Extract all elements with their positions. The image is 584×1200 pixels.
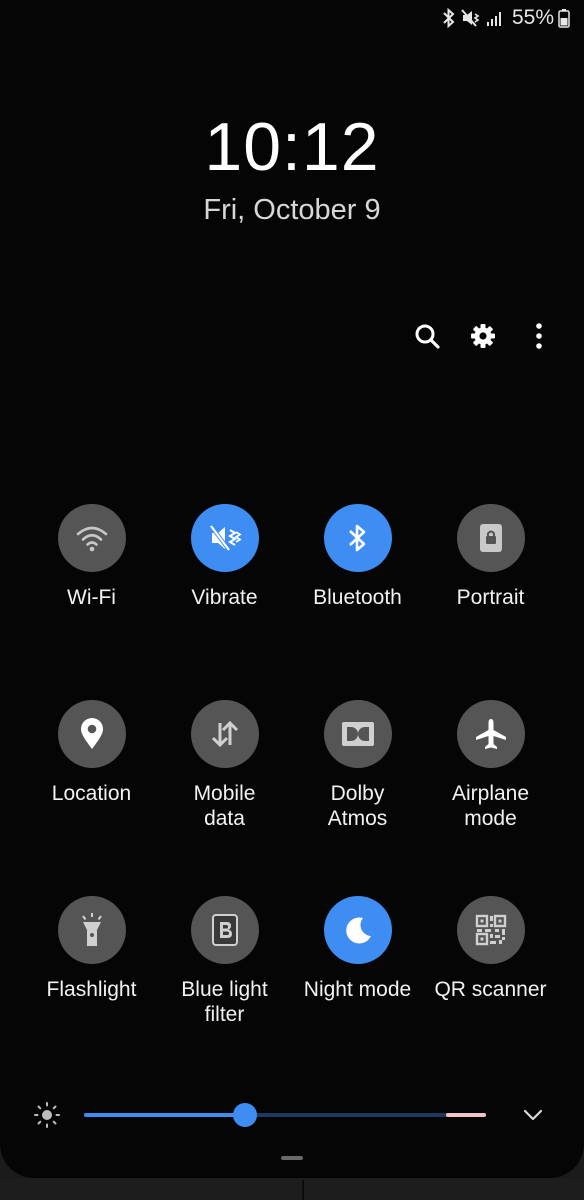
tile-airplane-mode[interactable]: Airplane mode [424, 700, 557, 831]
tile-label: Night mode [303, 978, 412, 1001]
tile-qr-scanner-button[interactable] [456, 896, 525, 964]
tile-location-button[interactable] [57, 700, 126, 768]
tile-label: Mobile data [193, 782, 256, 830]
tile-blue-light-filter-button[interactable] [190, 896, 259, 964]
tile-label: QR scanner [434, 978, 547, 1001]
tile-label: Flashlight [46, 978, 137, 1001]
clock-date: Fri, October 9 [203, 194, 381, 226]
background-content [0, 1178, 584, 1200]
battery-percent: 55% [511, 6, 554, 29]
tile-wifi-button[interactable] [57, 504, 126, 572]
tile-mobile-data-button[interactable] [190, 700, 259, 768]
blue-light-filter-icon [211, 914, 238, 946]
tile-vibrate[interactable]: Vibrate [158, 504, 291, 610]
settings-button[interactable] [468, 316, 498, 356]
tile-label: Dolby Atmos [327, 782, 388, 830]
tile-dolby-atmos[interactable]: Dolby Atmos [291, 700, 424, 831]
bluetooth-icon [442, 8, 456, 28]
search-icon [415, 324, 440, 349]
tile-label: Airplane mode [451, 782, 530, 830]
tile-vibrate-button[interactable] [190, 504, 259, 572]
brightness-high-zone [446, 1113, 486, 1117]
tile-label: Location [51, 782, 132, 805]
tile-label: Blue light filter [181, 978, 268, 1026]
portrait-lock-icon [479, 524, 502, 552]
background-divider [302, 1180, 304, 1200]
status-bar: 55% [442, 6, 570, 30]
tile-blue-light-filter[interactable]: Blue light filter [158, 896, 291, 1027]
expand-panel-button[interactable] [520, 1102, 546, 1128]
brightness-control [0, 1094, 584, 1138]
tile-portrait-button[interactable] [456, 504, 525, 572]
dolby-icon [341, 722, 374, 746]
tile-flashlight-button[interactable] [57, 896, 126, 964]
wifi-icon [76, 526, 107, 552]
bluetooth-icon [348, 524, 365, 552]
quick-settings-panel: 55% 10:12 Fri, October 9 Wi-Fi Vibrate B… [0, 0, 584, 1178]
tile-qr-scanner[interactable]: QR scanner [424, 896, 557, 1002]
header-actions [412, 316, 554, 356]
battery-icon [558, 8, 570, 28]
tile-bluetooth[interactable]: Bluetooth [291, 504, 424, 610]
panel-drag-handle[interactable] [281, 1156, 303, 1160]
brightness-fill [84, 1113, 245, 1117]
moon-icon [345, 917, 371, 944]
search-button[interactable] [412, 316, 442, 356]
qr-code-icon [475, 914, 506, 946]
tile-airplane-mode-button[interactable] [456, 700, 525, 768]
brightness-thumb[interactable] [232, 1103, 257, 1127]
more-options-button[interactable] [524, 316, 554, 356]
tile-dolby-atmos-button[interactable] [323, 700, 392, 768]
tile-portrait[interactable]: Portrait [424, 504, 557, 610]
tile-night-mode-button[interactable] [323, 896, 392, 964]
tile-label: Portrait [456, 586, 525, 609]
gear-icon [471, 324, 495, 348]
tile-flashlight[interactable]: Flashlight [25, 896, 158, 1002]
signal-icon [486, 9, 504, 27]
brightness-slider[interactable] [84, 1103, 486, 1127]
sun-icon [33, 1101, 61, 1133]
mobile-data-icon [211, 720, 238, 748]
tile-label: Vibrate [191, 586, 258, 609]
tile-location[interactable]: Location [25, 700, 158, 806]
tile-bluetooth-button[interactable] [323, 504, 392, 572]
tile-label: Wi-Fi [67, 586, 116, 609]
tile-night-mode[interactable]: Night mode [291, 896, 424, 1002]
tile-mobile-data[interactable]: Mobile data [158, 700, 291, 831]
vibrate-icon [208, 524, 242, 552]
flashlight-icon [81, 913, 102, 946]
location-pin-icon [80, 718, 103, 749]
airplane-icon [475, 719, 506, 749]
tile-wifi[interactable]: Wi-Fi [25, 504, 158, 610]
vibrate-icon [460, 8, 482, 28]
clock-time: 10:12 [204, 109, 380, 185]
chevron-down-icon [523, 1109, 543, 1121]
more-vert-icon [536, 323, 542, 349]
tile-label: Bluetooth [313, 586, 402, 609]
